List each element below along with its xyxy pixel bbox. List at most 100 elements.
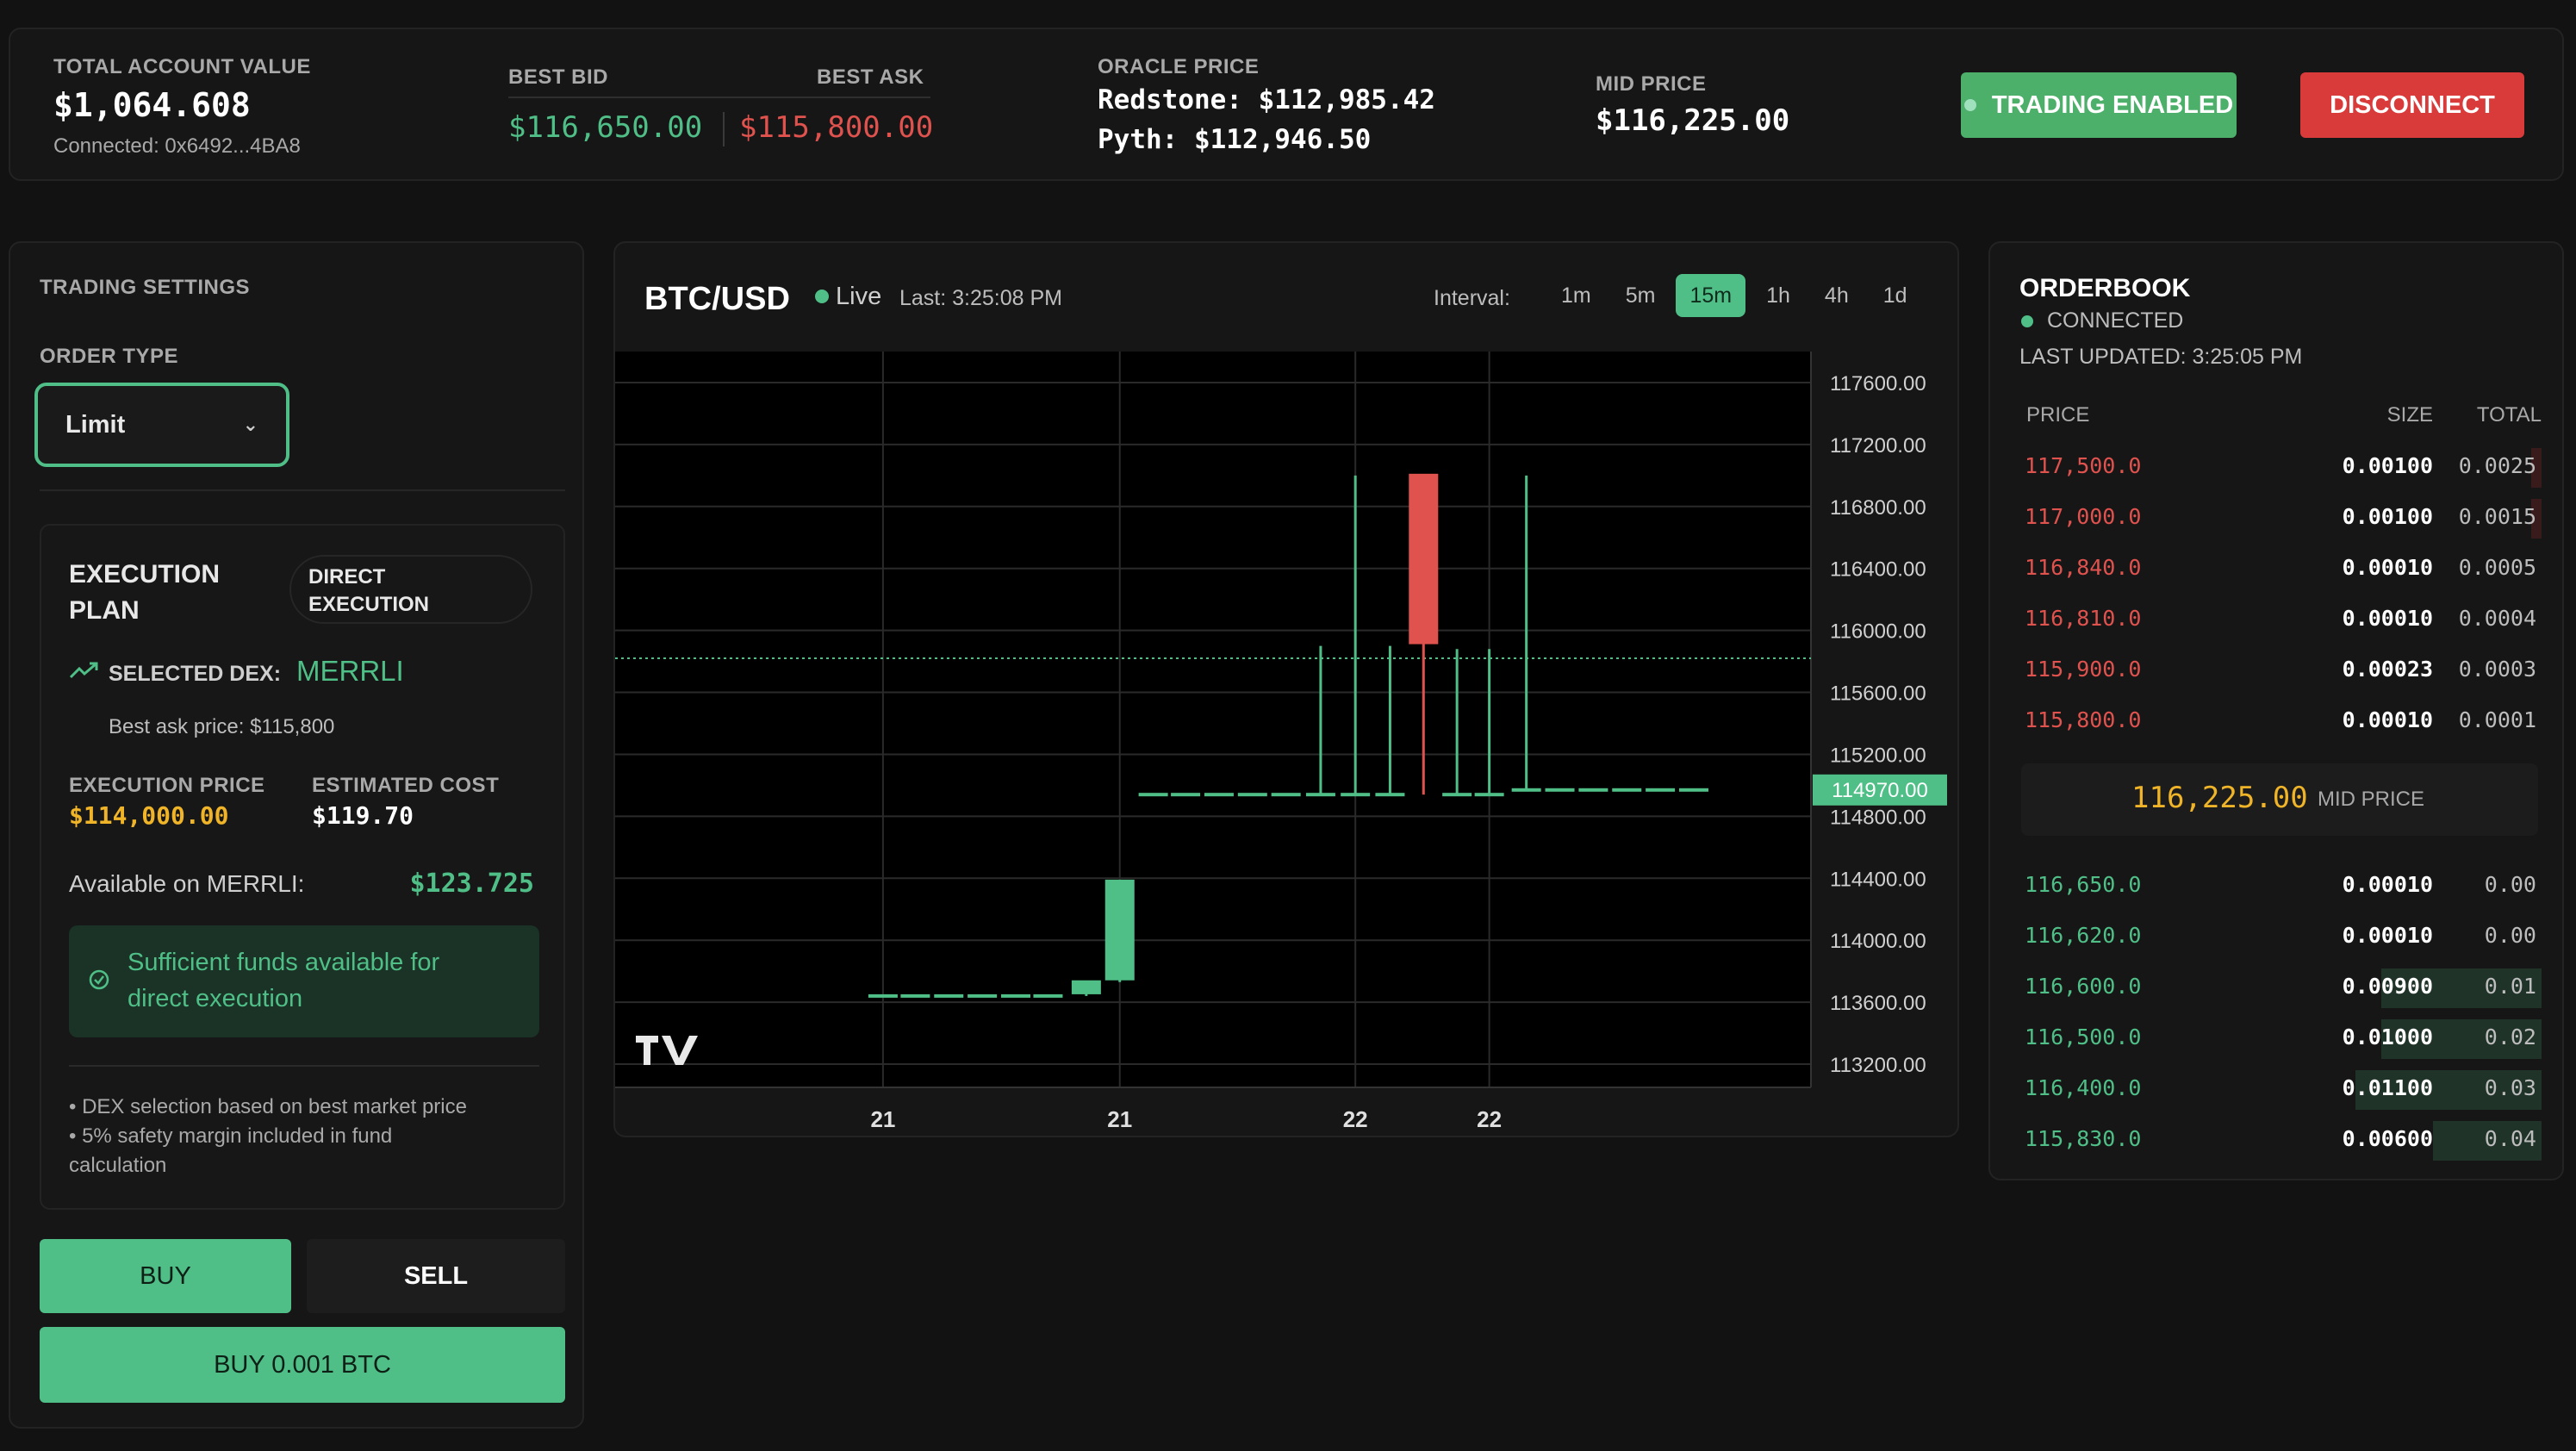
y-tick-label: 113200.00 <box>1830 1054 1926 1077</box>
interval-tab-15m[interactable]: 15m <box>1676 274 1746 317</box>
candle-body <box>1612 788 1642 792</box>
execution-price-value: $114,000.00 <box>69 801 229 830</box>
available-balance-label: Available on MERRLI: <box>69 870 305 897</box>
execution-price-label: EXECUTION PRICE <box>69 774 265 797</box>
buy-tab-button[interactable]: BUY <box>40 1239 291 1313</box>
bid-row[interactable]: 115,830.0 0.00600 0.04 <box>2025 1118 2542 1161</box>
candle-body <box>1545 788 1575 792</box>
bid-row[interactable]: 116,600.0 0.00900 0.01 <box>2025 965 2542 1008</box>
oracle-price-label: ORACLE PRICE <box>1098 55 1260 78</box>
candle-body <box>1033 993 1063 998</box>
account-value-label: TOTAL ACCOUNT VALUE <box>53 55 311 78</box>
best-ask-price-text: Best ask price: $115,800 <box>109 715 335 738</box>
ask-row[interactable]: 115,900.0 0.00023 0.0003 <box>2025 648 2542 691</box>
submit-order-button[interactable]: BUY 0.001 BTC <box>40 1327 565 1403</box>
x-tick-label: 21 <box>870 1106 895 1132</box>
live-dot-icon <box>815 290 829 303</box>
execution-plan-card: EXECUTION PLAN DIRECT EXECUTION SELECTED… <box>40 524 565 1210</box>
bid-row[interactable]: 116,620.0 0.00010 0.00 <box>2025 914 2542 957</box>
y-tick-label: 113600.00 <box>1830 992 1926 1015</box>
candle-body <box>1409 473 1439 645</box>
ask-row[interactable]: 117,000.0 0.00100 0.0015 <box>2025 495 2542 539</box>
best-ask-value: $115,800.00 <box>739 110 934 145</box>
interval-tab-1m[interactable]: 1m <box>1547 274 1605 317</box>
wallet-address: Connected: 0x6492...4BA8 <box>53 134 301 158</box>
candlestick-chart[interactable]: 117600.00 117200.00 116800.00 116400.00 1160… <box>615 352 1957 1136</box>
order-type-select[interactable]: Limit ⌄ <box>34 383 289 467</box>
connection-dot-icon <box>2021 315 2033 327</box>
bid-size: 0.00600 <box>2342 1126 2433 1151</box>
candle-body <box>1171 793 1201 797</box>
oracle-pyth: Pyth: $112,946.50 <box>1098 124 1372 155</box>
candle-body <box>1204 793 1234 797</box>
candle-body <box>1511 788 1541 792</box>
disconnect-button[interactable]: DISCONNECT <box>2300 72 2524 138</box>
y-tick-label: 114800.00 <box>1830 806 1926 829</box>
bid-total: 0.04 <box>2484 1126 2536 1151</box>
bid-row[interactable]: 116,650.0 0.00010 0.00 <box>2025 863 2542 906</box>
candle-body <box>1071 980 1101 994</box>
interval-tab-4h[interactable]: 4h <box>1811 274 1863 317</box>
interval-label: Interval: <box>1434 286 1510 310</box>
trending-up-icon <box>69 660 100 685</box>
ask-total: 0.0004 <box>2458 606 2536 631</box>
candle-body <box>1305 793 1335 797</box>
trading-settings-panel: TRADING SETTINGS ORDER TYPE Limit ⌄ EXEC… <box>9 241 584 1429</box>
ask-row[interactable]: 115,800.0 0.00010 0.0001 <box>2025 699 2542 742</box>
pair-title: BTC/USD <box>644 281 790 317</box>
orderbook-mid-price: 116,225.00 <box>2131 781 2308 815</box>
candle-body <box>868 993 898 998</box>
last-update-time: Last: 3:25:08 PM <box>899 286 1063 310</box>
account-value: $1,064.608 <box>53 86 251 124</box>
bid-size: 0.01000 <box>2342 1024 2433 1049</box>
y-tick-label: 117200.00 <box>1830 434 1926 458</box>
candle-body <box>1341 793 1371 797</box>
bid-total: 0.00 <box>2484 923 2536 948</box>
ask-total: 0.0025 <box>2458 453 2536 478</box>
ask-price: 117,000.0 <box>2025 504 2142 529</box>
mid-price-caption: MID PRICE <box>2318 788 2425 811</box>
ask-row[interactable]: 117,500.0 0.00100 0.0025 <box>2025 445 2542 488</box>
chevron-down-icon: ⌄ <box>242 414 258 435</box>
bid-ask-separator <box>723 112 725 146</box>
candle-body <box>1237 793 1267 797</box>
mid-price-value: $116,225.00 <box>1596 103 1790 138</box>
sell-tab-button[interactable]: SELL <box>307 1239 565 1313</box>
interval-tab-1h[interactable]: 1h <box>1752 274 1804 317</box>
candle-body <box>900 993 930 998</box>
funds-notice: Sufficient funds available for direct ex… <box>69 925 539 1037</box>
y-tick-label: 115200.00 <box>1830 744 1926 767</box>
available-balance-value: $123.725 <box>409 869 535 899</box>
ask-row[interactable]: 116,840.0 0.00010 0.0005 <box>2025 546 2542 589</box>
ask-total: 0.0003 <box>2458 657 2536 682</box>
candle-body <box>1138 793 1168 797</box>
interval-tab-1d[interactable]: 1d <box>1870 274 1921 317</box>
ask-total: 0.0015 <box>2458 504 2536 529</box>
candle-body <box>1000 993 1030 998</box>
ask-row[interactable]: 116,810.0 0.00010 0.0004 <box>2025 597 2542 640</box>
interval-tab-5m[interactable]: 5m <box>1612 274 1670 317</box>
bid-row[interactable]: 116,500.0 0.01000 0.02 <box>2025 1016 2542 1059</box>
bid-row[interactable]: 116,400.0 0.01100 0.03 <box>2025 1067 2542 1110</box>
y-tick-label: 114400.00 <box>1830 868 1926 891</box>
ask-total: 0.0005 <box>2458 555 2536 580</box>
orderbook-panel: ORDERBOOK CONNECTED LAST UPDATED: 3:25:0… <box>1988 241 2564 1180</box>
ask-size: 0.00010 <box>2342 707 2433 732</box>
candle-body <box>1375 793 1405 797</box>
bid-total: 0.03 <box>2484 1075 2536 1100</box>
divider <box>69 1065 539 1067</box>
ask-size: 0.00010 <box>2342 606 2433 631</box>
execution-plan-title: EXECUTION PLAN <box>69 560 221 625</box>
bid-price: 116,650.0 <box>2025 872 2142 897</box>
candle-body <box>1678 788 1708 792</box>
bid-total: 0.00 <box>2484 872 2536 897</box>
bid-price: 116,400.0 <box>2025 1075 2142 1100</box>
mid-price-bar: 116,225.00 MID PRICE <box>2021 763 2538 836</box>
price-chart-panel: BTC/USD Live Last: 3:25:08 PM Interval: … <box>613 241 1959 1137</box>
ask-price: 117,500.0 <box>2025 453 2142 478</box>
trading-enabled-button[interactable]: TRADING ENABLED <box>1961 72 2237 138</box>
orderbook-updated: LAST UPDATED: 3:25:05 PM <box>2019 345 2303 369</box>
check-circle-icon <box>88 965 110 1001</box>
ask-size: 0.00100 <box>2342 504 2433 529</box>
bid-size: 0.00010 <box>2342 872 2433 897</box>
